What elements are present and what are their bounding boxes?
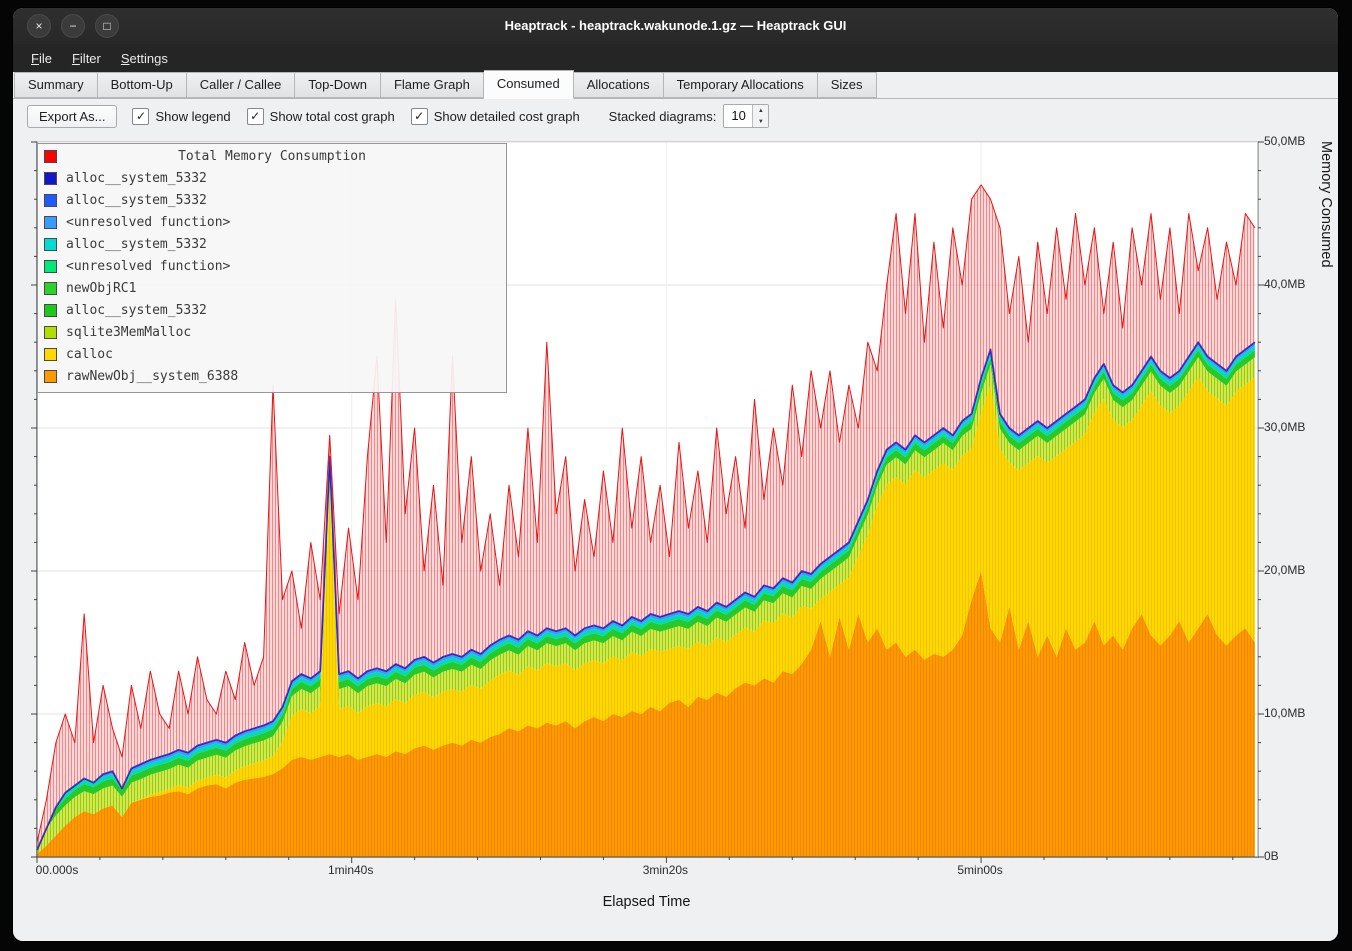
- legend-item: alloc__system_5332: [38, 167, 506, 189]
- y-tick-label: 0B: [1264, 849, 1279, 863]
- checkmark-icon: ✓: [132, 108, 149, 125]
- checkmark-icon: ✓: [411, 108, 428, 125]
- legend-color-swatch: [44, 304, 57, 317]
- legend-color-swatch: [44, 260, 57, 273]
- x-tick-label: 3min20s: [630, 863, 700, 877]
- tab-caller-callee[interactable]: Caller / Callee: [187, 72, 296, 98]
- legend-item: sqlite3MemMalloc: [38, 321, 506, 343]
- legend-color-swatch: [44, 326, 57, 339]
- menu-filter[interactable]: Filter: [62, 47, 111, 70]
- stacked-diagrams-spinbox[interactable]: 10 ▲ ▼: [723, 104, 769, 128]
- x-axis-title: Elapsed Time: [36, 894, 1257, 910]
- toolbar: Export As... ✓ Show legend ✓ Show total cos…: [13, 101, 1338, 131]
- legend-item: <unresolved function>: [38, 255, 506, 277]
- checkbox-label: Show total cost graph: [270, 109, 395, 124]
- chart-legend: Total Memory Consumption alloc__system_5…: [37, 143, 507, 393]
- x-tick-label: 1min40s: [316, 863, 386, 877]
- legend-color-swatch: [44, 282, 57, 295]
- legend-item-label: <unresolved function>: [66, 215, 230, 230]
- legend-item-label: alloc__system_5332: [66, 193, 207, 208]
- legend-item: calloc: [38, 343, 506, 365]
- close-icon: ×: [35, 20, 42, 32]
- minimize-button[interactable]: −: [61, 14, 85, 38]
- checkbox-label: Show legend: [155, 109, 230, 124]
- y-axis-title: Memory Consumed: [1318, 141, 1334, 856]
- legend-color-swatch: [44, 194, 57, 207]
- y-tick-label: 40,0MB: [1264, 277, 1305, 291]
- legend-color-swatch: [44, 370, 57, 383]
- x-tick-label: 00.000s: [22, 863, 92, 877]
- stacked-diagrams-label: Stacked diagrams:: [609, 109, 717, 124]
- heaptrack-window: × − □ Heaptrack - heaptrack.wakunode.1.gz …: [13, 8, 1338, 941]
- window-controls: × − □: [27, 14, 119, 38]
- y-tick-label: 10,0MB: [1264, 706, 1305, 720]
- legend-item-label: alloc__system_5332: [66, 303, 207, 318]
- tab-bar: SummaryBottom-UpCaller / CalleeTop-DownF…: [13, 72, 1338, 99]
- menu-bar: FileFilterSettings: [13, 44, 1338, 72]
- menu-file[interactable]: File: [21, 47, 62, 70]
- checkbox-label: Show detailed cost graph: [434, 109, 580, 124]
- legend-item-label: <unresolved function>: [66, 259, 230, 274]
- legend-item: alloc__system_5332: [38, 189, 506, 211]
- legend-item-label: calloc: [66, 347, 113, 362]
- spin-buttons: ▲ ▼: [752, 105, 768, 127]
- main-content: SummaryBottom-UpCaller / CalleeTop-DownF…: [13, 72, 1338, 941]
- menu-settings[interactable]: Settings: [111, 47, 178, 70]
- tab-top-down[interactable]: Top-Down: [295, 72, 381, 98]
- maximize-icon: □: [103, 20, 110, 32]
- titlebar[interactable]: × − □ Heaptrack - heaptrack.wakunode.1.gz …: [13, 8, 1338, 44]
- close-button[interactable]: ×: [27, 14, 51, 38]
- legend-item-label: alloc__system_5332: [66, 237, 207, 252]
- checkbox-show-total-cost-graph[interactable]: ✓ Show total cost graph: [247, 108, 395, 125]
- checkbox-show-legend[interactable]: ✓ Show legend: [132, 108, 230, 125]
- legend-color-swatch: [44, 172, 57, 185]
- legend-item-label: sqlite3MemMalloc: [66, 325, 191, 340]
- legend-item: <unresolved function>: [38, 211, 506, 233]
- legend-item-label: newObjRC1: [66, 281, 136, 296]
- legend-title: Total Memory Consumption: [38, 149, 506, 164]
- checkbox-group: ✓ Show legend ✓ Show total cost graph ✓ Show …: [132, 108, 579, 125]
- legend-rows: alloc__system_5332 alloc__system_5332 <unr…: [38, 167, 506, 387]
- spin-down-button[interactable]: ▼: [753, 116, 768, 127]
- legend-item: rawNewObj__system_6388: [38, 365, 506, 387]
- x-tick-label: 5min00s: [945, 863, 1015, 877]
- tab-consumed[interactable]: Consumed: [484, 70, 574, 99]
- spin-up-button[interactable]: ▲: [753, 105, 768, 116]
- tab-allocations[interactable]: Allocations: [574, 72, 664, 98]
- legend-color-swatch: [44, 238, 57, 251]
- legend-color-swatch: [44, 348, 57, 361]
- window-title: Heaptrack - heaptrack.wakunode.1.gz — He…: [13, 8, 1338, 44]
- checkmark-icon: ✓: [247, 108, 264, 125]
- maximize-button[interactable]: □: [95, 14, 119, 38]
- checkbox-show-detailed-cost-graph[interactable]: ✓ Show detailed cost graph: [411, 108, 580, 125]
- minimize-icon: −: [69, 20, 76, 32]
- legend-item-label: rawNewObj__system_6388: [66, 369, 238, 384]
- tab-temporary-allocations[interactable]: Temporary Allocations: [664, 72, 818, 98]
- x-axis-labels: 00.000s1min40s3min20s5min00s: [36, 863, 1257, 879]
- screenshot-stage: × − □ Heaptrack - heaptrack.wakunode.1.gz …: [0, 0, 1352, 951]
- tab-summary[interactable]: Summary: [14, 72, 98, 98]
- legend-item-label: alloc__system_5332: [66, 171, 207, 186]
- tab-sizes[interactable]: Sizes: [818, 72, 877, 98]
- export-as-button[interactable]: Export As...: [27, 105, 117, 128]
- stacked-diagrams-value: 10: [724, 105, 752, 127]
- legend-title-row: Total Memory Consumption: [38, 146, 506, 167]
- legend-item: alloc__system_5332: [38, 299, 506, 321]
- legend-color-swatch: [44, 216, 57, 229]
- tab-flame-graph[interactable]: Flame Graph: [381, 72, 484, 98]
- legend-item: alloc__system_5332: [38, 233, 506, 255]
- tab-bottom-up[interactable]: Bottom-Up: [98, 72, 187, 98]
- y-tick-label: 20,0MB: [1264, 563, 1305, 577]
- y-tick-label: 50,0MB: [1264, 134, 1305, 148]
- legend-item: newObjRC1: [38, 277, 506, 299]
- chart-plot[interactable]: Total Memory Consumption alloc__system_5…: [36, 141, 1259, 858]
- y-tick-label: 30,0MB: [1264, 420, 1305, 434]
